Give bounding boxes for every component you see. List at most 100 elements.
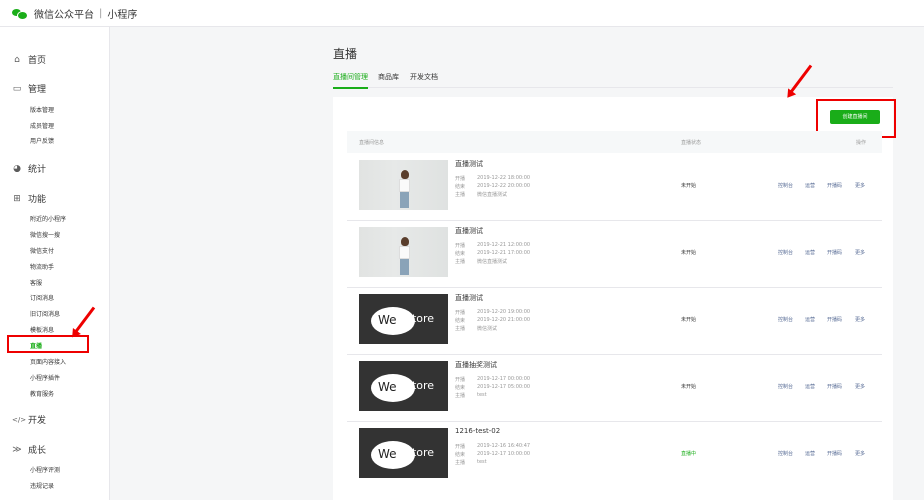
sidebar-item-template[interactable]: 模板消息	[30, 325, 54, 334]
live-code-link[interactable]: 开播码	[827, 316, 842, 323]
sidebar-section-features[interactable]: ⊞ 功能	[12, 192, 47, 206]
status-badge: 未开始	[681, 317, 697, 323]
operate-link[interactable]: 运营	[805, 383, 815, 390]
status-badge: 未开始	[681, 250, 697, 256]
sidebar-item-feedback[interactable]: 用户反馈	[30, 136, 54, 145]
pie-chart-icon: ◕	[13, 163, 21, 174]
more-link[interactable]: 更多	[855, 383, 865, 390]
sidebar-section-label: 统计	[28, 165, 47, 175]
live-code-link[interactable]: 开播码	[827, 383, 842, 390]
tab-products[interactable]: 商品库	[378, 72, 399, 82]
room-start: 开播 2019-12-20 19:00:00	[455, 309, 531, 316]
tab-docs[interactable]: 开发文档	[410, 72, 438, 82]
chevron-double-icon: ≫	[12, 444, 22, 455]
brand-name[interactable]: 微信公众平台	[34, 6, 94, 21]
sidebar-section-manage[interactable]: ▭ 管理	[12, 82, 47, 96]
more-link[interactable]: 更多	[855, 182, 865, 189]
sidebar-item-search[interactable]: 微信搜一搜	[30, 230, 60, 239]
col-status: 直播状态	[681, 140, 702, 146]
col-room-info: 直播间信息	[359, 140, 385, 146]
sidebar-item-service[interactable]: 客服	[30, 278, 42, 287]
status-badge: 未开始	[681, 384, 697, 390]
room-name: 直播测试	[455, 294, 483, 302]
sidebar-section-stats[interactable]: ◕ 统计	[12, 162, 47, 176]
operate-link[interactable]: 运营	[805, 450, 815, 457]
room-name: 直播抽奖测试	[455, 361, 497, 369]
room-start: 开播 2019-12-17 00:00:00	[455, 376, 531, 383]
room-name: 直播测试	[455, 227, 483, 235]
code-icon: </>	[12, 415, 27, 424]
room-end: 结束 2019-12-21 17:00:00	[455, 250, 531, 257]
grid-icon: ⊞	[13, 193, 21, 204]
room-name: 直播测试	[455, 160, 483, 168]
room-start: 开播 2019-12-22 18:00:00	[455, 175, 531, 182]
sidebar-section-label: 功能	[28, 195, 47, 205]
table-header: 直播间信息 直播状态 操作	[347, 131, 882, 153]
room-cover-image: We Store	[359, 294, 448, 344]
console-link[interactable]: 控制台	[778, 249, 793, 256]
room-anchor: 主播 test	[455, 392, 487, 399]
tab-live-rooms[interactable]: 直播间管理	[333, 72, 368, 89]
room-anchor: 主播 微信测试	[455, 326, 498, 332]
room-end: 结束 2019-12-17 10:00:00	[455, 451, 531, 458]
room-cover-image: We Store	[359, 428, 448, 478]
product-name: 小程序	[107, 9, 138, 21]
room-anchor: 主播 test	[455, 459, 487, 466]
room-end: 结束 2019-12-20 21:00:00	[455, 317, 531, 324]
operate-link[interactable]: 运营	[805, 316, 815, 323]
sidebar-section-label: 成长	[28, 446, 47, 456]
sidebar-item-plugin[interactable]: 小程序插件	[30, 373, 60, 382]
console-link[interactable]: 控制台	[778, 450, 793, 457]
inbox-icon: ▭	[12, 83, 22, 94]
operate-link[interactable]: 运营	[805, 249, 815, 256]
live-code-link[interactable]: 开播码	[827, 182, 842, 189]
room-cover-image	[359, 160, 448, 210]
sidebar-item-nearby[interactable]: 附近的小程序	[30, 214, 66, 223]
more-link[interactable]: 更多	[855, 249, 865, 256]
wechat-logo-icon[interactable]	[12, 8, 28, 20]
col-actions: 操作	[856, 140, 867, 146]
more-link[interactable]: 更多	[855, 450, 865, 457]
page-title: 直播	[333, 47, 358, 61]
sidebar-section-growth[interactable]: ≫ 成长	[12, 443, 47, 457]
sidebar-item-content[interactable]: 页面内容接入	[30, 357, 66, 366]
room-end: 结束 2019-12-22 20:00:00	[455, 183, 531, 190]
room-start: 开播 2019-12-21 12:00:00	[455, 242, 531, 249]
sidebar-section-label: 首页	[28, 56, 47, 66]
sidebar-item-violations[interactable]: 违规记录	[30, 481, 54, 490]
sidebar-item-evaluation[interactable]: 小程序评测	[30, 465, 60, 474]
status-badge: 未开始	[681, 183, 697, 189]
sidebar-item-version[interactable]: 版本管理	[30, 105, 54, 114]
top-bar: 微信公众平台 | 小程序	[0, 0, 924, 27]
table-row: We Store 1216-test-02 开播 2019-12-16 16:40…	[347, 421, 882, 488]
sidebar-section-home[interactable]: ⌂ 首页	[12, 53, 47, 67]
sidebar-section-label: 开发	[28, 416, 47, 426]
table-row: We Store 直播抽奖测试 开播 2019-12-17 00:00:00 结束…	[347, 354, 882, 422]
sidebar-section-label: 管理	[28, 85, 47, 95]
sidebar-section-develop[interactable]: </> 开发	[12, 413, 47, 427]
sidebar-item-education[interactable]: 教育服务	[30, 389, 54, 398]
room-name: 1216-test-02	[455, 427, 501, 435]
tab-bar: 直播间管理 商品库 开发文档	[333, 72, 893, 89]
console-link[interactable]: 控制台	[778, 316, 793, 323]
table-row: We Store 直播测试 开播 2019-12-20 19:00:00 结束 20…	[347, 287, 882, 355]
sidebar-item-members[interactable]: 成员管理	[30, 121, 54, 130]
sidebar-item-logistics[interactable]: 物流助手	[30, 262, 54, 271]
live-code-link[interactable]: 开播码	[827, 450, 842, 457]
brand-separator: |	[99, 7, 103, 19]
sidebar-item-old-subscribe[interactable]: 旧订阅消息	[30, 309, 60, 318]
room-cover-image	[359, 227, 448, 277]
more-link[interactable]: 更多	[855, 316, 865, 323]
live-code-link[interactable]: 开播码	[827, 249, 842, 256]
operate-link[interactable]: 运营	[805, 182, 815, 189]
room-start: 开播 2019-12-16 16:40:47	[455, 443, 531, 450]
table-row: 直播测试 开播 2019-12-22 18:00:00 结束 2019-12-22 …	[347, 153, 882, 221]
console-link[interactable]: 控制台	[778, 383, 793, 390]
console-link[interactable]: 控制台	[778, 182, 793, 189]
sidebar-item-pay[interactable]: 微信支付	[30, 246, 54, 255]
room-end: 结束 2019-12-17 05:00:00	[455, 384, 531, 391]
sidebar-item-subscribe[interactable]: 订阅消息	[30, 293, 54, 302]
room-cover-image: We Store	[359, 361, 448, 411]
sidebar: ⌂ 首页 ▭ 管理 版本管理 成员管理 用户反馈 ◕ 统计 ⊞ 功能 附近的小程…	[0, 27, 110, 500]
home-icon: ⌂	[14, 54, 20, 65]
